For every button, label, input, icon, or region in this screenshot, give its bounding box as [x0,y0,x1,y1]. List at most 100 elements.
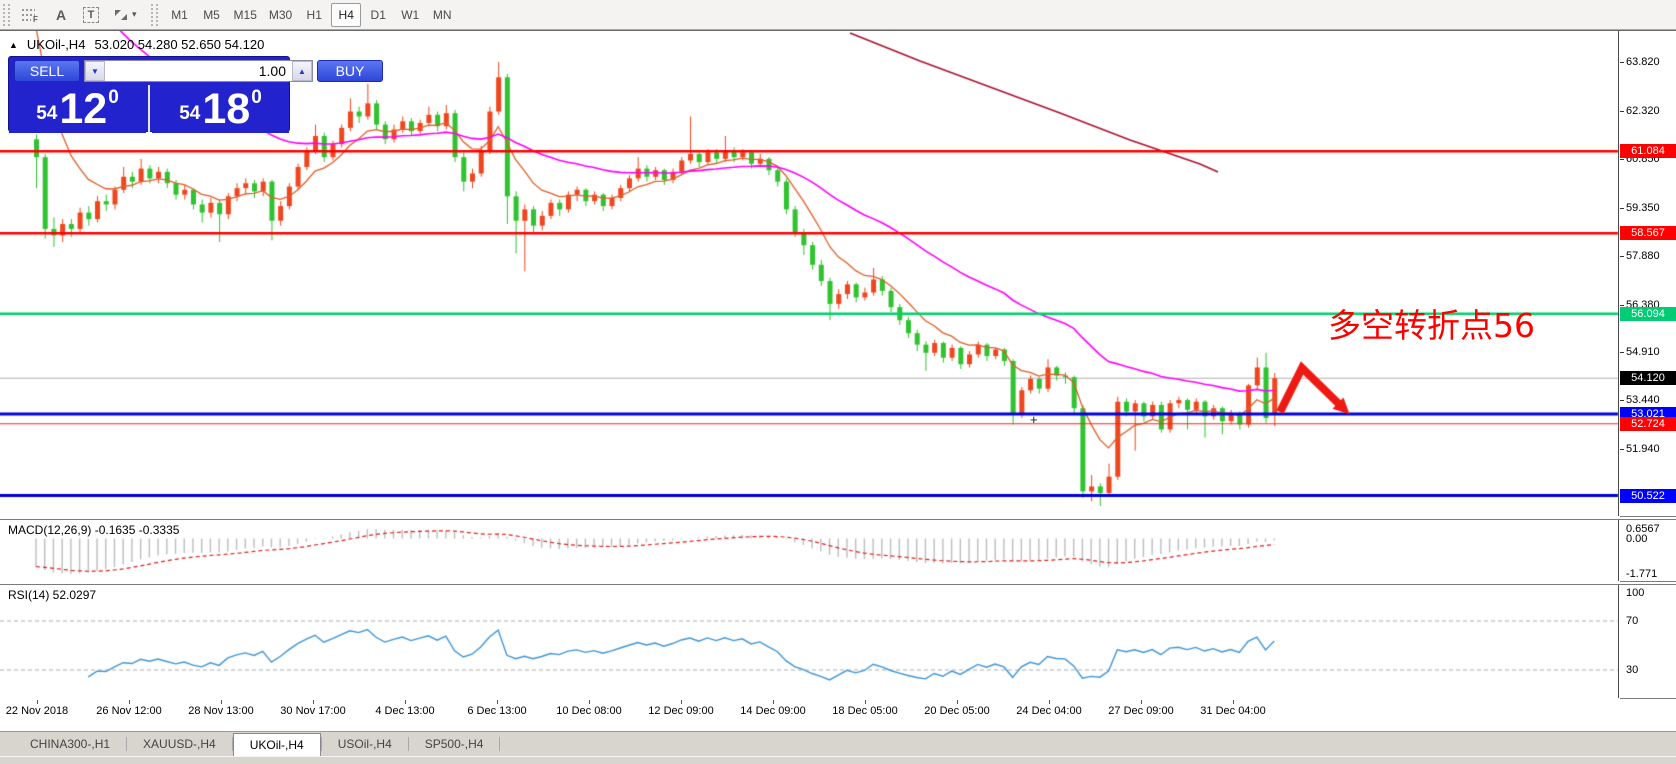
time-axis-label: 31 Dec 04:00 [1200,705,1266,717]
timeframe-button-m5[interactable]: M5 [197,3,227,27]
sell-quote-pips: 12 [59,85,108,134]
rsi-scale-label: 70 [1626,615,1639,627]
chart-tab-sp500-h4[interactable]: SP500-,H4 [409,732,500,756]
price-level-badge: 50.522 [1620,488,1676,503]
chart-tab-usoil-h4[interactable]: USOil-,H4 [322,732,408,756]
price-tick-label: 57.880 [1626,249,1660,262]
time-axis[interactable]: 22 Nov 2018 26 Nov 12:00 28 Nov 13:00 30 No… [0,700,1676,731]
price-chart-pane: ▲ UKOil-,H4 53.020 54.280 52.650 54.120 … [0,30,1676,518]
time-axis-label: 22 Nov 2018 [5,705,69,717]
sell-quote-whole: 54 [36,103,58,124]
timeframe-button-mn[interactable]: MN [427,3,457,27]
price-level-badge: 52.724 [1620,416,1676,431]
buy-quote-point: 0 [251,87,262,108]
buy-button[interactable]: BUY [317,60,383,82]
price-tick [1620,352,1624,354]
sell-quote-point: 0 [108,87,119,108]
toolbar-drag-handle[interactable] [3,3,10,26]
trade-panel-controls: SELL ▼ ▲ BUY [9,57,383,85]
symbol-label: UKOil-,H4 [26,37,86,52]
collapse-triangle-icon[interactable]: ▲ [9,40,18,50]
chinese-annotation-text[interactable]: 多空转折点56 [1328,299,1535,347]
trade-panel-quotes: 54 12 0 54 18 0 [9,85,289,133]
macd-scale-label: -1.771 [1626,568,1658,580]
time-tick [773,700,774,704]
svg-text:F: F [33,15,38,23]
timeframe-button-d1[interactable]: D1 [363,3,393,27]
price-level-badge: 58.567 [1620,226,1676,241]
time-tick [865,700,866,704]
time-tick [221,700,222,704]
price-tick-label: 63.820 [1626,56,1660,68]
price-tick-label: 53.440 [1626,394,1660,407]
time-axis-label: 10 Dec 08:00 [556,705,622,717]
chart-tab-ukoil-h4[interactable]: UKOil-,H4 [232,733,321,756]
time-tick [1141,700,1142,704]
crosshair-marker: + [1030,412,1038,427]
buy-quote-pips: 18 [202,85,251,134]
trading-terminal-window: F A T ▾ M1 M5 M15 M30 H1 H4 D1 W1 MN ▲ UKOil-,H4… [0,0,1676,764]
price-tick [1620,400,1624,402]
price-tick-label: 59.350 [1626,201,1660,214]
time-tick [1233,700,1234,704]
chevron-down-icon[interactable]: ▾ [132,9,137,20]
macd-canvas[interactable] [0,520,1620,583]
font-icon[interactable]: A [46,3,76,27]
rsi-scale-label: 100 [1626,587,1645,599]
chart-tab-china300-h1[interactable]: CHINA300-,H1 [14,732,126,756]
text-label-icon[interactable]: T [76,3,106,27]
fibonacci-retracement-icon: F [22,8,38,23]
quote-divider [148,85,150,133]
status-strip [0,756,1676,764]
price-tick-label: 54.910 [1626,346,1660,359]
time-axis-label: 27 Dec 09:00 [1108,705,1174,717]
time-axis-label: 30 Nov 17:00 [280,705,346,717]
time-tick [405,700,406,704]
price-tick [1620,304,1624,306]
fibonacci-retracement-icon[interactable]: F [16,3,46,27]
macd-scale-label: 0.00 [1626,532,1648,545]
timeframe-button-m1[interactable]: M1 [165,3,195,27]
time-axis-label: 20 Dec 05:00 [924,705,990,717]
price-tick-label: 62.320 [1626,104,1660,117]
text-label-icon: T [83,6,99,23]
sell-quote[interactable]: 54 12 0 [9,85,146,133]
price-level-badge: 61.084 [1620,144,1676,159]
timeframe-button-h4[interactable]: H4 [331,2,362,27]
time-tick [589,700,590,704]
time-axis-label: 18 Dec 05:00 [832,705,898,717]
arrows-icon [115,9,127,20]
price-tick [1620,110,1624,112]
tab-separator [499,737,501,751]
volume-decrease-button[interactable]: ▼ [85,61,105,81]
chart-symbol-header: ▲ UKOil-,H4 53.020 54.280 52.650 54.120 [9,37,264,52]
rsi-label: RSI(14) 52.0297 [8,588,97,602]
time-tick [1049,700,1050,704]
chart-tab-bar: CHINA300-,H1 XAUUSD-,H4 UKOil-,H4 USOil-,H4… [0,731,1676,756]
top-toolbar: F A T ▾ M1 M5 M15 M30 H1 H4 D1 W1 MN [0,0,1676,30]
price-level-badge: 54.120 [1620,371,1676,386]
volume-stepper: ▼ ▲ [84,60,313,82]
buy-quote[interactable]: 54 18 0 [152,85,289,133]
rsi-indicator-pane: RSI(14) 52.0297 100 70 30 [0,584,1676,700]
time-tick [497,700,498,704]
price-tick [1620,255,1624,257]
timeframe-button-w1[interactable]: W1 [395,3,425,27]
volume-increase-button[interactable]: ▲ [292,61,312,81]
timeframe-button-m30[interactable]: M30 [264,3,297,27]
rsi-canvas[interactable] [0,585,1620,700]
price-tick [1620,449,1624,451]
timeframe-button-h1[interactable]: H1 [299,3,329,27]
macd-indicator-pane: MACD(12,26,9) -0.1635 -0.3335 0.6567 0.00… [0,519,1676,583]
chart-tab-xauusd-h4[interactable]: XAUUSD-,H4 [127,732,232,756]
toolbar-drag-handle[interactable] [150,3,158,26]
sell-button[interactable]: SELL [14,60,80,82]
volume-input[interactable] [105,61,292,81]
time-axis-label: 14 Dec 09:00 [740,705,806,717]
price-level-badge: 56.094 [1620,306,1676,321]
one-click-trade-panel: SELL ▼ ▲ BUY 54 12 0 54 18 0 [8,56,383,133]
price-tick [1620,62,1624,63]
price-tick [1620,207,1624,209]
timeframe-button-group: M1 M5 M15 M30 H1 H4 D1 W1 MN [164,2,459,27]
timeframe-button-m15[interactable]: M15 [229,3,262,27]
